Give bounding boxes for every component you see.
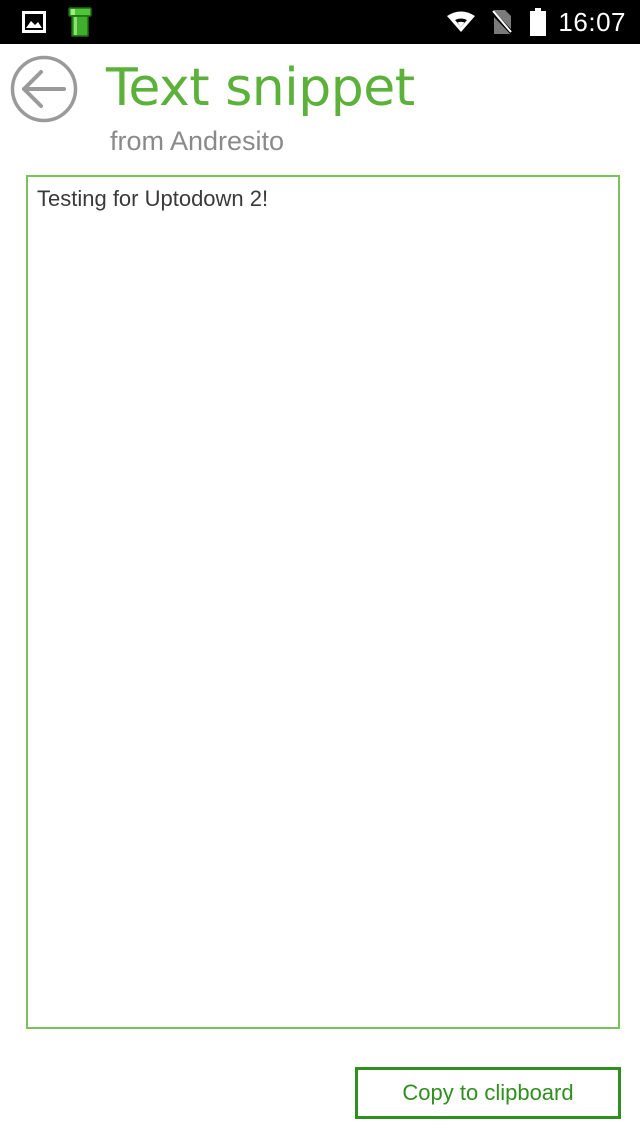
copy-to-clipboard-button[interactable]: Copy to clipboard [355,1067,621,1119]
status-bar-right-icons: 16:07 [446,0,626,44]
page-title: Text snippet [106,58,415,118]
no-sim-icon [492,10,513,35]
page-subtitle: from Andresito [110,126,285,156]
wifi-icon [447,11,476,32]
clock: 16:07 [558,6,626,37]
battery-icon [530,8,547,36]
status-bar: 16:07 [0,0,640,44]
snippet-text-area[interactable]: Testing for Uptodown 2! [26,175,620,1029]
gallery-icon [22,11,46,33]
status-bar-left-icons [22,0,92,44]
back-arrow-icon [10,55,78,123]
green-pipe-app-icon [68,7,92,37]
back-button[interactable] [10,55,78,123]
